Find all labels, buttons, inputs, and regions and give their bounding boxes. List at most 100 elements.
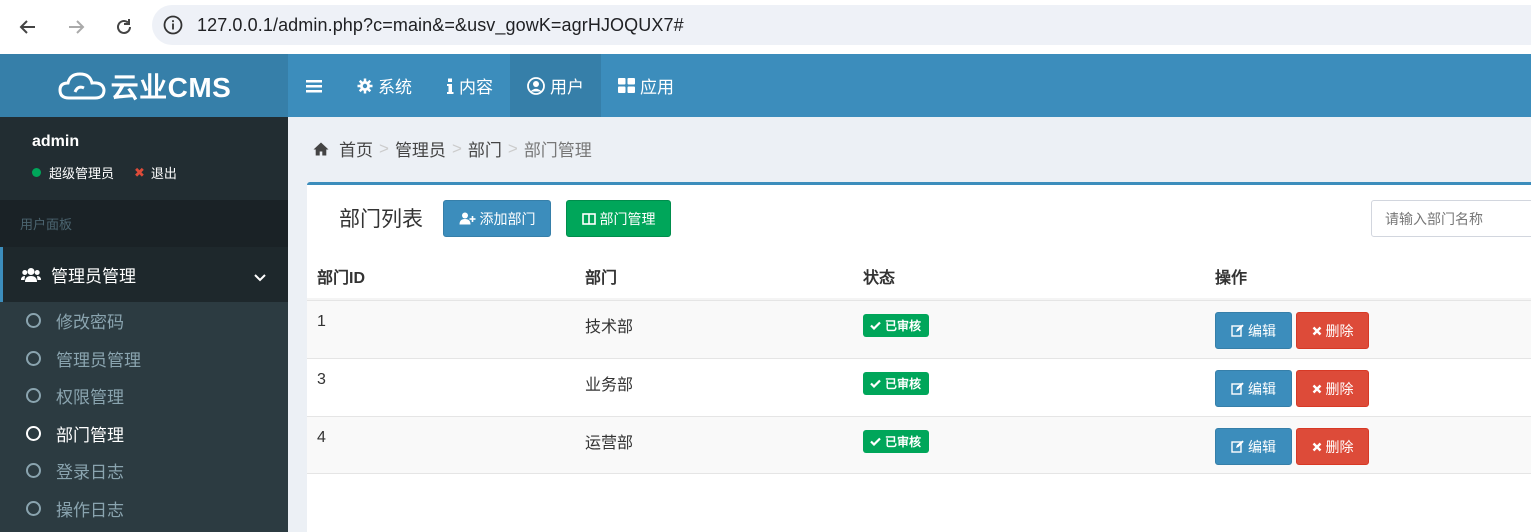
- cell-actions: 编辑 删除: [1215, 301, 1531, 349]
- sidebar-item-label: 管理员管理: [56, 350, 141, 370]
- top-navbar: 系统 内容 用户 应用: [288, 54, 1531, 117]
- close-icon: [1312, 442, 1322, 452]
- delete-button[interactable]: 删除: [1296, 312, 1369, 349]
- nav-user-label: 用户: [550, 78, 584, 97]
- breadcrumb-dept[interactable]: 部门: [468, 136, 502, 161]
- status-text: 已审核: [885, 319, 922, 333]
- sidebar-item-permissions[interactable]: 权限管理: [0, 377, 288, 415]
- cell-status: 已审核: [863, 417, 1215, 453]
- add-department-button[interactable]: 添加部门: [443, 200, 551, 237]
- cell-name: 运营部: [585, 435, 634, 452]
- nav-apps-label: 应用: [640, 78, 674, 97]
- nav-user[interactable]: 用户: [510, 54, 601, 117]
- logo[interactable]: 云业CMS: [0, 54, 288, 117]
- info-icon: [446, 78, 454, 94]
- url-text[interactable]: 127.0.0.1/admin.php?c=main&=&usv_gowK=ag…: [197, 15, 684, 36]
- check-icon: [870, 437, 881, 446]
- panel-title: 部门列表: [339, 208, 423, 231]
- department-table: 部门ID 部门 状态 操作 1 技术部 已审核 编辑 删除 3 业务部 已审核 …: [307, 254, 1531, 474]
- user-circle-icon: [527, 76, 545, 95]
- delete-button[interactable]: 删除: [1296, 370, 1369, 407]
- edit-button[interactable]: 编辑: [1215, 312, 1292, 349]
- department-search-input[interactable]: 请输入部门名称: [1371, 200, 1531, 237]
- sidebar-item-change-password[interactable]: 修改密码: [0, 302, 288, 340]
- circle-icon: [26, 388, 41, 404]
- check-icon: [870, 321, 881, 330]
- cell-name: 技术部: [585, 319, 634, 336]
- nav-content[interactable]: 内容: [429, 54, 510, 117]
- nav-content-label: 内容: [459, 78, 493, 97]
- edit-label: 编辑: [1248, 380, 1276, 397]
- edit-icon: [1231, 324, 1244, 337]
- sidebar-item-admins[interactable]: 管理员管理: [0, 340, 288, 378]
- sidebar-item-operation-log[interactable]: 操作日志: [0, 490, 288, 528]
- delete-label: 删除: [1325, 322, 1354, 339]
- sidebar-item-departments[interactable]: 部门管理: [0, 415, 288, 453]
- forward-button[interactable]: [54, 5, 98, 49]
- sidebar-item-label: 修改密码: [56, 313, 124, 333]
- department-manage-label: 部门管理: [599, 210, 656, 227]
- logo-text: 云业CMS: [110, 71, 232, 103]
- edit-label: 编辑: [1248, 322, 1276, 339]
- chevron-down-icon: [254, 267, 266, 287]
- add-department-label: 添加部门: [479, 210, 536, 227]
- sidebar-item-login-log[interactable]: 登录日志: [0, 452, 288, 490]
- cell-id: 1: [317, 313, 326, 330]
- circle-icon: [26, 463, 41, 479]
- breadcrumb-admin[interactable]: 管理员: [395, 136, 446, 161]
- logout-link[interactable]: 退出: [151, 163, 177, 182]
- user-status: 超级管理员 ✖ 退出: [32, 163, 288, 182]
- department-manage-button[interactable]: 部门管理: [566, 200, 671, 237]
- reload-button[interactable]: [102, 5, 146, 49]
- edit-button[interactable]: 编辑: [1215, 428, 1292, 465]
- breadcrumb-current: 部门管理: [523, 141, 592, 160]
- delete-button[interactable]: 删除: [1296, 428, 1369, 465]
- delete-label: 删除: [1325, 438, 1354, 455]
- reload-icon: [117, 19, 131, 34]
- gear-icon: [357, 78, 373, 94]
- status-badge: 已审核: [863, 372, 930, 395]
- circle-icon: [26, 425, 41, 441]
- cell-name: 业务部: [585, 377, 634, 394]
- nav-apps[interactable]: 应用: [601, 54, 691, 117]
- arrow-right-icon: [69, 20, 85, 34]
- sidebar-toggle[interactable]: [288, 54, 340, 117]
- edit-label: 编辑: [1248, 438, 1276, 455]
- close-icon: [1312, 384, 1322, 394]
- column-header-id: 部门ID: [317, 270, 366, 287]
- circle-icon: [26, 350, 41, 366]
- nav-system[interactable]: 系统: [340, 54, 429, 117]
- status-badge: 已审核: [863, 314, 930, 337]
- user-role: 超级管理员: [49, 166, 115, 181]
- edit-icon: [1231, 440, 1244, 453]
- cell-id: 3: [317, 371, 326, 388]
- back-button[interactable]: [6, 5, 50, 49]
- edit-button[interactable]: 编辑: [1215, 370, 1292, 407]
- delete-label: 删除: [1325, 380, 1354, 397]
- sidebar-section-header: 用户面板: [0, 200, 288, 247]
- sidebar-item-label: 部门管理: [56, 425, 124, 445]
- grid-icon: [618, 78, 635, 93]
- breadcrumb-home[interactable]: 首页: [339, 136, 373, 161]
- breadcrumb: 首页 > 管理员 > 部门 > 部门管理: [313, 136, 592, 161]
- sidebar-submenu: 修改密码 管理员管理 权限管理 部门管理 登录日志 操作日志: [0, 302, 288, 532]
- address-bar[interactable]: 127.0.0.1/admin.php?c=main&=&usv_gowK=ag…: [152, 5, 1531, 45]
- table-row: 3 业务部 已审核 编辑 删除: [307, 358, 1531, 416]
- cell-actions: 编辑 删除: [1215, 359, 1531, 407]
- breadcrumb-separator: >: [451, 138, 462, 158]
- circle-icon: [26, 313, 41, 329]
- browser-toolbar: 127.0.0.1/admin.php?c=main&=&usv_gowK=ag…: [0, 0, 1531, 54]
- status-badge: 已审核: [863, 430, 930, 453]
- close-icon: ✖: [134, 164, 145, 180]
- sidebar-item-label: 登录日志: [56, 463, 124, 483]
- site-info-icon[interactable]: [162, 14, 184, 36]
- circle-icon: [26, 500, 41, 516]
- arrow-left-icon: [19, 20, 35, 34]
- cell-status: 已审核: [863, 301, 1215, 337]
- sidebar-item-admin-management[interactable]: 管理员管理: [0, 247, 288, 302]
- columns-icon: [581, 212, 596, 225]
- cell-status: 已审核: [863, 359, 1215, 395]
- column-header-actions: 操作: [1215, 270, 1248, 287]
- users-icon: [21, 267, 41, 283]
- sidebar: admin 超级管理员 ✖ 退出 用户面板 管理员管理 修改密码 管理员管理 权…: [0, 117, 288, 532]
